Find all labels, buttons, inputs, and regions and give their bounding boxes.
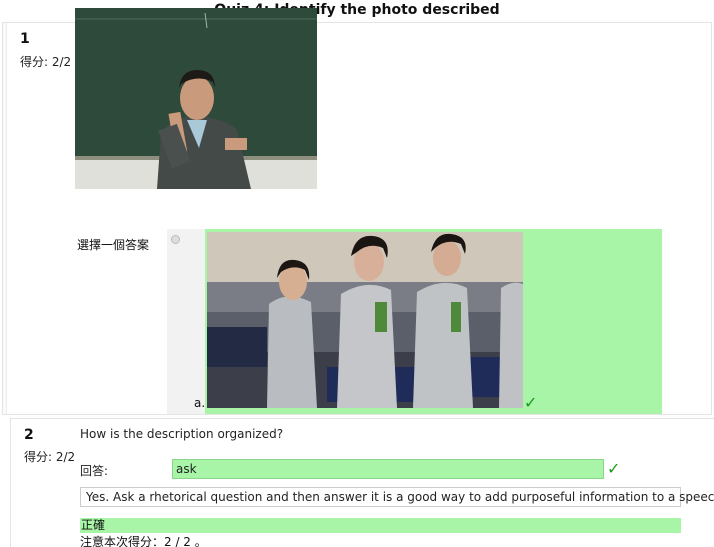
answer-option-a-photo[interactable]	[207, 232, 523, 408]
question-1-sidebar	[3, 23, 7, 414]
question-2-number: 2	[24, 427, 34, 443]
answer-label: 回答:	[80, 464, 109, 478]
answer-option-a-radio[interactable]	[171, 235, 180, 244]
answer-input[interactable]: ask	[172, 459, 604, 479]
choose-answer-label: 選擇一個答案	[77, 238, 150, 252]
question-2-score: 得分: 2/2	[24, 450, 76, 464]
checkmark-icon: ✓	[607, 459, 621, 478]
question-1-score: 得分: 2/2	[20, 55, 72, 69]
score-note: 注意本次得分：2 / 2 。	[80, 535, 207, 547]
feedback-text: Yes. Ask a rhetorical question and then …	[80, 487, 714, 507]
checkmark-icon: ✓	[524, 393, 538, 412]
answer-option-a-letter: a.	[194, 396, 206, 410]
answer-option-a-radio-cell	[167, 229, 205, 414]
question-1-number: 1	[20, 31, 30, 47]
correct-label: 正確	[80, 518, 681, 533]
question-1-photo	[75, 8, 317, 189]
question-2-text: How is the description organized?	[80, 427, 284, 441]
